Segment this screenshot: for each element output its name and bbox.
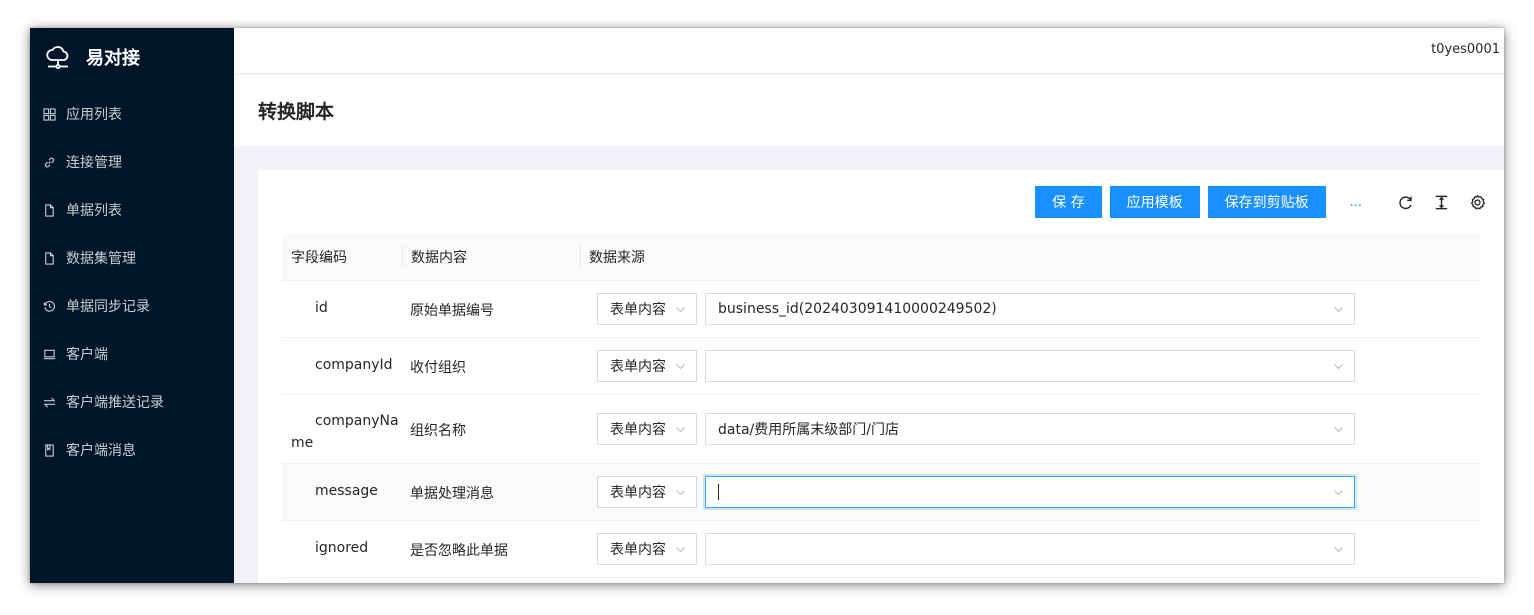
field-content: 原始单据编号 <box>410 303 494 319</box>
more-button[interactable]: ... <box>1350 195 1362 210</box>
file-icon <box>42 203 56 217</box>
sidebar-item-label: 单据同步记录 <box>66 299 150 315</box>
sidebar: 易对接 应用列表 连接管理 单据列表 数据集管理 单据同步记录 客户端 客户端推… <box>30 28 234 583</box>
source-value-select[interactable]: business_id(20240309141000024​9502) <box>705 293 1355 325</box>
table-row: id 原始单据编号 表单内容 business_id(2024030914100… <box>282 281 1480 338</box>
text-cursor <box>718 484 719 500</box>
chevron-down-icon <box>676 547 685 553</box>
source-type-select[interactable]: 表单内容 <box>597 350 697 382</box>
sidebar-item-connections[interactable]: 连接管理 <box>30 138 234 186</box>
sidebar-item-datasets[interactable]: 数据集管理 <box>30 234 234 282</box>
sidebar-item-label: 客户端消息 <box>66 443 136 459</box>
source-type-value: 表单内容 <box>610 542 666 558</box>
chevron-down-icon <box>1334 547 1343 553</box>
history-icon <box>42 299 56 313</box>
app-window: 易对接 应用列表 连接管理 单据列表 数据集管理 单据同步记录 客户端 客户端推… <box>30 28 1504 583</box>
top-header: t0yes0001 <box>234 28 1504 74</box>
sidebar-item-client-push-records[interactable]: 客户端推送记录 <box>30 378 234 426</box>
sidebar-item-label: 应用列表 <box>66 107 122 123</box>
chevron-down-icon <box>1334 427 1343 433</box>
table-row: message 单据处理消息 表单内容 <box>282 464 1480 521</box>
sidebar-item-label: 连接管理 <box>66 155 122 171</box>
column-height-icon[interactable] <box>1432 193 1450 211</box>
sidebar-item-sync-records[interactable]: 单据同步记录 <box>30 282 234 330</box>
page-title: 转换脚本 <box>258 101 335 123</box>
field-content: 是否忽略此单据 <box>410 543 508 559</box>
save-button[interactable]: 保 存 <box>1035 186 1102 218</box>
source-value-select[interactable] <box>705 476 1355 508</box>
source-type-value: 表单内容 <box>610 485 666 501</box>
field-code: id <box>315 300 328 316</box>
chevron-down-icon <box>1334 307 1343 313</box>
table-row: companyId 收付组织 表单内容 <box>282 338 1480 395</box>
field-code: companyId <box>315 357 393 373</box>
chevron-down-icon <box>676 427 685 433</box>
sidebar-item-documents[interactable]: 单据列表 <box>30 186 234 234</box>
table-header: 字段编码 数据内容 数据来源 <box>282 234 1480 281</box>
script-card: 保 存 应用模板 保存到剪贴板 ... 字段编码 数据内容 数据来源 id 原始… <box>258 170 1504 583</box>
field-code: ignored <box>315 540 369 556</box>
file-icon <box>42 251 56 265</box>
sidebar-menu: 应用列表 连接管理 单据列表 数据集管理 单据同步记录 客户端 客户端推送记录 … <box>30 90 234 474</box>
table-row: companyName 组织名称 表单内容 data/费用所属末级部门/门店 <box>282 395 1480 464</box>
source-type-select[interactable]: 表单内容 <box>597 293 697 325</box>
settings-icon[interactable] <box>1468 193 1486 211</box>
cloud-network-icon <box>46 46 69 69</box>
logo[interactable]: 易对接 <box>30 28 234 86</box>
sidebar-item-clients[interactable]: 客户端 <box>30 330 234 378</box>
chevron-down-icon <box>676 307 685 313</box>
chevron-down-icon <box>676 490 685 496</box>
column-header-source: 数据来源 <box>580 245 645 267</box>
column-header-content: 数据内容 <box>402 245 580 267</box>
mapping-table: 字段编码 数据内容 数据来源 id 原始单据编号 表单内容 business_i… <box>282 234 1480 578</box>
chevron-down-icon <box>676 364 685 370</box>
laptop-icon <box>42 347 56 361</box>
source-type-value: 表单内容 <box>610 422 666 438</box>
apply-template-button[interactable]: 应用模板 <box>1109 186 1200 218</box>
source-type-value: 表单内容 <box>610 359 666 375</box>
swap-icon <box>42 395 56 409</box>
link-icon <box>42 155 56 169</box>
field-content: 组织名称 <box>410 423 466 439</box>
source-value: data/费用所属末级部门/门店 <box>718 422 899 438</box>
sidebar-item-label: 客户端 <box>66 347 108 363</box>
table-row: ignored 是否忽略此单据 表单内容 <box>282 521 1480 578</box>
sidebar-item-label: 单据列表 <box>66 203 122 219</box>
source-type-select[interactable]: 表单内容 <box>597 533 697 565</box>
source-type-select[interactable]: 表单内容 <box>597 476 697 508</box>
field-code: message <box>315 483 378 499</box>
page-header: 转换脚本 <box>234 75 1504 146</box>
field-code: companyName <box>291 413 399 451</box>
source-type-select[interactable]: 表单内容 <box>597 413 697 445</box>
sidebar-item-client-messages[interactable]: 客户端消息 <box>30 426 234 474</box>
grid-icon <box>42 107 56 121</box>
reload-icon[interactable] <box>1396 193 1414 211</box>
source-value-select[interactable]: data/费用所属末级部门/门店 <box>705 413 1355 445</box>
source-value: business_id(20240309141000024​9502) <box>718 301 997 317</box>
chevron-down-icon <box>1334 364 1343 370</box>
save-to-clipboard-button[interactable]: 保存到剪贴板 <box>1207 186 1326 218</box>
sidebar-item-label: 数据集管理 <box>66 251 136 267</box>
chevron-down-icon <box>1334 490 1343 496</box>
source-value-select[interactable] <box>705 350 1355 382</box>
user-name[interactable]: t0yes0001 <box>1431 42 1500 57</box>
sidebar-item-label: 客户端推送记录 <box>66 395 164 411</box>
source-type-value: 表单内容 <box>610 302 666 318</box>
toolbar: 保 存 应用模板 保存到剪贴板 ... <box>1035 186 1504 218</box>
column-header-code: 字段编码 <box>291 250 347 266</box>
sidebar-item-app-list[interactable]: 应用列表 <box>30 90 234 138</box>
source-value-select[interactable] <box>705 533 1355 565</box>
book-icon <box>42 443 56 457</box>
field-content: 单据处理消息 <box>410 486 494 502</box>
field-content: 收付组织 <box>410 360 466 376</box>
app-name: 易对接 <box>86 48 140 69</box>
